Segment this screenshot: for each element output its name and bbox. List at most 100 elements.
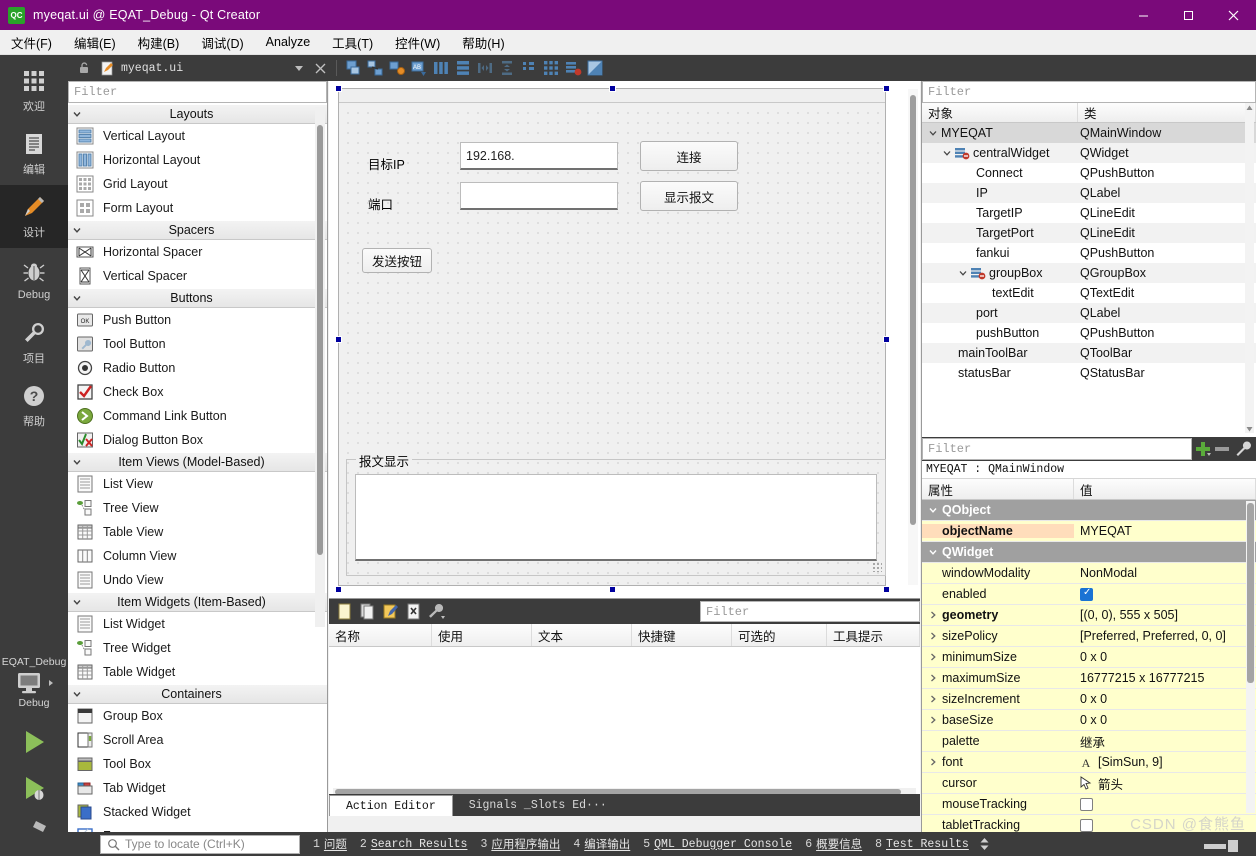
action-editor-filter-input[interactable]: Filter bbox=[700, 601, 920, 622]
selection-handle-bottom-center[interactable] bbox=[609, 586, 616, 593]
form-textedit-message[interactable] bbox=[355, 474, 877, 561]
mousetracking-checkbox[interactable] bbox=[1080, 797, 1093, 811]
widget-box-scrollbar[interactable] bbox=[315, 107, 325, 627]
menu-build[interactable]: 构建(B) bbox=[127, 30, 191, 55]
widget-item-tab-widget[interactable]: Tab Widget bbox=[68, 776, 327, 800]
chevron-down-icon[interactable] bbox=[928, 128, 938, 138]
scroll-down-arrow[interactable] bbox=[1245, 424, 1254, 433]
chevron-down-icon[interactable] bbox=[928, 505, 938, 515]
widget-item-grid-layout[interactable]: Grid Layout bbox=[68, 172, 327, 196]
mode-welcome[interactable]: 欢迎 bbox=[0, 59, 68, 122]
status-item-application-output[interactable]: 3 应用程序输出 bbox=[480, 836, 560, 853]
property-value[interactable]: 0 x 0 bbox=[1074, 713, 1256, 727]
property-value[interactable]: [SimSun, 9] bbox=[1098, 755, 1163, 769]
delete-action-icon[interactable] bbox=[403, 602, 423, 622]
configure-icon[interactable] bbox=[426, 602, 446, 622]
selection-handle-mid-left[interactable] bbox=[335, 336, 342, 343]
property-group-qobject[interactable]: QObject bbox=[922, 500, 1256, 521]
object-row-centralwidget[interactable]: centralWidget QWidget bbox=[922, 143, 1256, 163]
minimize-button[interactable] bbox=[1121, 0, 1166, 30]
widget-item-radio-button[interactable]: Radio Button bbox=[68, 356, 327, 380]
widget-category-containers[interactable]: Containers bbox=[68, 684, 327, 704]
property-value[interactable]: MYEQAT bbox=[1074, 524, 1256, 538]
selection-handle-top-right[interactable] bbox=[883, 85, 890, 92]
form-button-show-message[interactable]: 显示报文 bbox=[640, 181, 738, 211]
output-pane-toggle[interactable] bbox=[979, 837, 990, 851]
property-value[interactable]: [Preferred, Preferred, 0, 0] bbox=[1074, 629, 1256, 643]
property-value[interactable]: 0 x 0 bbox=[1074, 650, 1256, 664]
adjust-size-icon[interactable] bbox=[585, 58, 605, 78]
tab-action-editor[interactable]: Action Editor bbox=[329, 795, 453, 816]
widget-item-table-widget[interactable]: Table Widget bbox=[68, 660, 327, 684]
column-header-tooltip[interactable]: 工具提示 bbox=[827, 624, 920, 646]
form-vertical-scrollbar[interactable] bbox=[908, 89, 918, 585]
scrollbar-thumb[interactable] bbox=[1247, 503, 1254, 683]
edit-buddies-icon[interactable] bbox=[387, 58, 407, 78]
widget-item-stacked-widget[interactable]: Stacked Widget bbox=[68, 800, 327, 824]
chevron-down-icon[interactable] bbox=[928, 547, 938, 557]
widget-item-list-view[interactable]: List View bbox=[68, 472, 327, 496]
kit-target-selector[interactable] bbox=[14, 670, 55, 696]
menu-analyze[interactable]: Analyze bbox=[255, 32, 321, 52]
column-header-name[interactable]: 名称 bbox=[329, 624, 432, 646]
widget-item-command-link-button[interactable]: Command Link Button bbox=[68, 404, 327, 428]
widget-item-horizontal-spacer[interactable]: Horizontal Spacer bbox=[68, 240, 327, 264]
status-item-qml-debugger-console[interactable]: 5 QML Debugger Console bbox=[643, 838, 792, 851]
object-row-pushbutton[interactable]: pushButton QPushButton bbox=[922, 323, 1256, 343]
selection-handle-bottom-left[interactable] bbox=[335, 586, 342, 593]
object-row-port[interactable]: port QLabel bbox=[922, 303, 1256, 323]
object-row-targetip[interactable]: TargetIP QLineEdit bbox=[922, 203, 1256, 223]
layout-horizontally-icon[interactable] bbox=[431, 58, 451, 78]
menu-widgets[interactable]: 控件(W) bbox=[384, 30, 451, 55]
menu-debug[interactable]: 调试(D) bbox=[190, 30, 254, 55]
object-inspector-scrollbar[interactable] bbox=[1245, 103, 1254, 433]
mode-projects[interactable]: 项目 bbox=[0, 311, 68, 374]
edit-tab-order-icon[interactable]: AB bbox=[409, 58, 429, 78]
property-row-enabled[interactable]: enabled bbox=[922, 584, 1256, 605]
mode-edit[interactable]: 编辑 bbox=[0, 122, 68, 185]
property-editor-filter-input[interactable]: Filter bbox=[922, 438, 1192, 460]
chevron-right-icon[interactable] bbox=[928, 631, 938, 641]
widget-box-filter-input[interactable]: Filter bbox=[68, 81, 327, 103]
scrollbar-thumb[interactable] bbox=[317, 125, 323, 555]
menu-tools[interactable]: 工具(T) bbox=[321, 30, 384, 55]
widget-category-item-widgets[interactable]: Item Widgets (Item-Based) bbox=[68, 592, 327, 612]
widget-category-buttons[interactable]: Buttons bbox=[68, 288, 327, 308]
selection-handle-top-left[interactable] bbox=[335, 85, 342, 92]
widget-item-check-box[interactable]: Check Box bbox=[68, 380, 327, 404]
break-layout-icon[interactable] bbox=[563, 58, 583, 78]
property-value[interactable]: 继承 bbox=[1074, 732, 1256, 751]
property-value[interactable]: 0 x 0 bbox=[1074, 692, 1256, 706]
widget-category-spacers[interactable]: Spacers bbox=[68, 220, 327, 240]
enabled-checkbox[interactable] bbox=[1080, 587, 1093, 601]
form-label-port[interactable]: 端口 bbox=[368, 194, 393, 213]
form-button-connect[interactable]: 连接 bbox=[640, 141, 738, 171]
object-row-ip[interactable]: IP QLabel bbox=[922, 183, 1256, 203]
widget-item-scroll-area[interactable]: Scroll Area bbox=[68, 728, 327, 752]
property-row-mousetracking[interactable]: mouseTracking bbox=[922, 794, 1256, 815]
property-value[interactable]: 箭头 bbox=[1098, 774, 1123, 793]
chevron-right-icon[interactable] bbox=[928, 694, 938, 704]
chevron-right-icon[interactable] bbox=[928, 652, 938, 662]
scrollbar-thumb[interactable] bbox=[910, 95, 916, 525]
object-row-connect[interactable]: Connect QPushButton bbox=[922, 163, 1256, 183]
object-row-fankui[interactable]: fankui QPushButton bbox=[922, 243, 1256, 263]
layout-vertically-icon[interactable] bbox=[453, 58, 473, 78]
property-row-cursor[interactable]: cursor 箭头 bbox=[922, 773, 1256, 794]
mode-help[interactable]: ? 帮助 bbox=[0, 374, 68, 437]
widget-item-push-button[interactable]: OK Push Button bbox=[68, 308, 327, 332]
status-item-compile-output[interactable]: 4 编译输出 bbox=[573, 836, 630, 853]
property-value[interactable]: NonModal bbox=[1074, 566, 1256, 580]
form-groupbox-message[interactable]: 报文显示 bbox=[346, 451, 886, 576]
status-item-search-results[interactable]: 2 Search Results bbox=[360, 838, 468, 851]
object-row-targetport[interactable]: TargetPort QLineEdit bbox=[922, 223, 1256, 243]
new-action-icon[interactable] bbox=[334, 602, 354, 622]
form-label-ip[interactable]: 目标IP bbox=[368, 154, 405, 173]
status-item-test-results[interactable]: 8 Test Results bbox=[875, 838, 969, 851]
widget-item-dialog-button-box[interactable]: Dialog Button Box bbox=[68, 428, 327, 452]
layout-in-splitter-v-icon[interactable] bbox=[497, 58, 517, 78]
widget-item-tree-view[interactable]: Tree View bbox=[68, 496, 327, 520]
open-document-combo[interactable]: myeqat.ui bbox=[96, 58, 308, 78]
close-document-button[interactable] bbox=[310, 58, 330, 78]
property-value[interactable]: 16777215 x 16777215 bbox=[1074, 671, 1256, 685]
